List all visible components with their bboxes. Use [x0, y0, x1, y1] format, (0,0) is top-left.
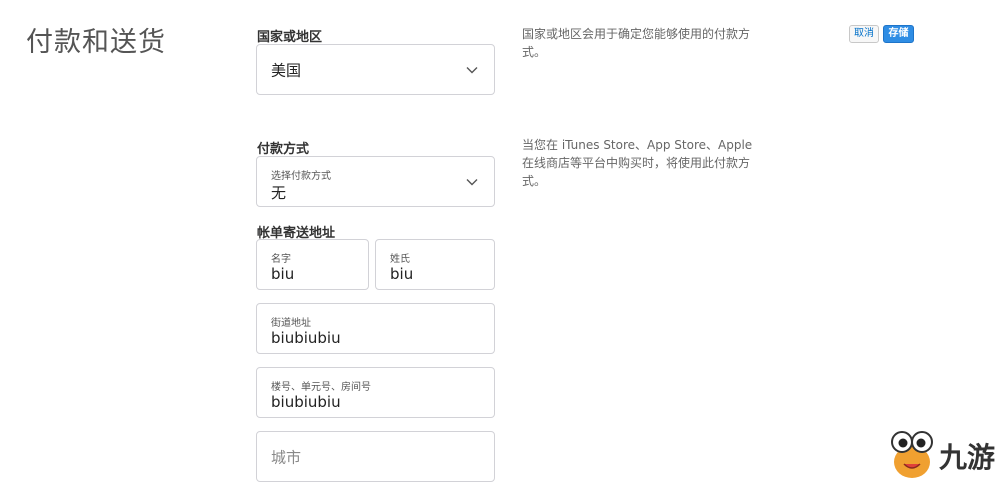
unit-field[interactable]: 楼号、单元号、房间号 biubiubiu	[256, 367, 495, 418]
mascot-icon	[891, 431, 933, 478]
last-name-value: biu	[390, 265, 414, 283]
first-name-value: biu	[271, 265, 295, 283]
watermark-logo: 九游	[888, 428, 998, 482]
city-field[interactable]: 城市	[256, 431, 495, 482]
chevron-down-icon	[466, 178, 478, 185]
country-section-label: 国家或地区	[257, 30, 323, 45]
save-button[interactable]: 存储	[883, 25, 914, 43]
country-help-text: 国家或地区会用于确定您能够使用的付款方式。	[522, 27, 751, 59]
payment-method-value: 无	[271, 184, 287, 202]
street-address-label: 街道地址	[271, 318, 311, 329]
street-address-field[interactable]: 街道地址 biubiubiu	[256, 303, 495, 354]
last-name-field[interactable]: 姓氏 biu	[375, 239, 495, 290]
country-value: 美国	[271, 61, 302, 79]
page-title: 付款和送货	[26, 27, 166, 58]
unit-value: biubiubiu	[271, 393, 341, 411]
payment-section-label: 付款方式	[257, 142, 310, 157]
payment-method-select[interactable]: 选择付款方式 无	[256, 156, 495, 207]
city-placeholder: 城市	[271, 448, 302, 466]
last-name-label: 姓氏	[390, 254, 410, 265]
payment-help-text: 当您在 iTunes Store、App Store、Apple 在线商店等平台…	[522, 138, 753, 188]
first-name-field[interactable]: 名字 biu	[256, 239, 369, 290]
country-select[interactable]: 美国	[256, 44, 495, 95]
street-address-value: biubiubiu	[271, 329, 341, 347]
first-name-label: 名字	[271, 254, 291, 265]
unit-label: 楼号、单元号、房间号	[271, 382, 371, 393]
cancel-button[interactable]: 取消	[849, 25, 879, 43]
watermark-text: 九游	[939, 441, 996, 474]
payment-method-label: 选择付款方式	[271, 171, 331, 182]
chevron-down-icon	[466, 66, 478, 73]
